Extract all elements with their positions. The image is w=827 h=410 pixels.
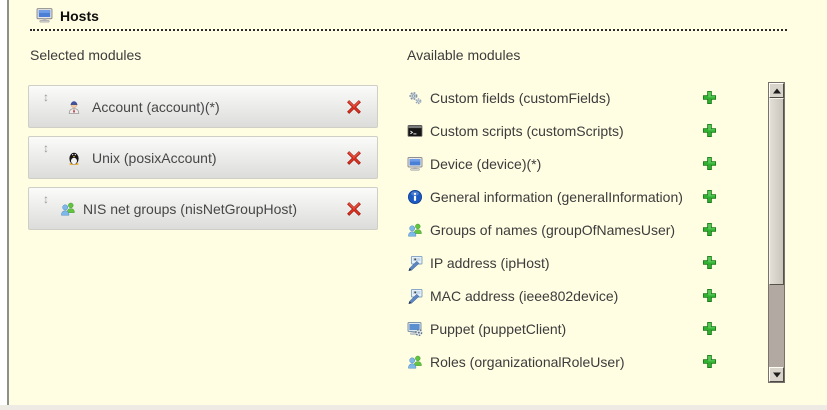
green-plus-icon — [702, 354, 717, 369]
available-module-label: Custom fields (customFields) — [430, 90, 701, 106]
add-custom-scripts-button[interactable] — [701, 123, 717, 139]
remove-unix-button[interactable] — [346, 150, 362, 166]
monitor-icon — [407, 156, 423, 172]
gears-icon — [407, 90, 423, 106]
selected-modules-list: ↕ Account (account)(*) ↕ Unix (posixAcco… — [28, 85, 378, 238]
selected-row-nis-net-groups[interactable]: ↕ NIS net groups (nisNetGroupHost) — [28, 187, 378, 230]
monitor-gear-icon — [407, 321, 423, 337]
green-plus-icon — [702, 123, 717, 138]
scrollbar-up-button[interactable] — [769, 83, 784, 98]
computer-edit-icon — [407, 288, 423, 304]
remove-nis-net-groups-button[interactable] — [346, 201, 362, 217]
add-custom-fields-button[interactable] — [701, 90, 717, 106]
green-plus-icon — [702, 321, 717, 336]
drag-handle-icon[interactable]: ↕ — [40, 193, 52, 205]
selected-module-label: NIS net groups (nisNetGroupHost) — [83, 201, 297, 217]
available-modules-scrollbar[interactable] — [768, 82, 785, 383]
available-module-label: Custom scripts (customScripts) — [430, 123, 701, 139]
green-plus-icon — [702, 156, 717, 171]
green-plus-icon — [702, 288, 717, 303]
add-device-button[interactable] — [701, 156, 717, 172]
tux-penguin-icon — [66, 150, 82, 166]
available-row-ip-address: IP address (ipHost) — [407, 246, 717, 279]
add-puppet-button[interactable] — [701, 321, 717, 337]
info-icon — [407, 189, 423, 205]
available-modules-list: Custom fields (customFields) Custom scri… — [407, 81, 717, 378]
available-modules-label: Available modules — [407, 47, 520, 63]
available-module-label: Puppet (puppetClient) — [430, 321, 701, 337]
add-ip-address-button[interactable] — [701, 255, 717, 271]
computer-edit-icon — [407, 255, 423, 271]
window-bottom-edge — [0, 405, 827, 410]
drag-handle-icon[interactable]: ↕ — [40, 91, 52, 103]
drag-handle-icon[interactable]: ↕ — [40, 142, 52, 154]
green-plus-icon — [702, 222, 717, 237]
available-module-label: IP address (ipHost) — [430, 255, 701, 271]
arrow-up-icon — [773, 88, 781, 93]
add-roles-button[interactable] — [701, 354, 717, 370]
green-plus-icon — [702, 90, 717, 105]
selected-modules-label: Selected modules — [30, 47, 141, 63]
available-row-general-information: General information (generalInformation) — [407, 180, 717, 213]
available-module-label: MAC address (ieee802device) — [430, 288, 701, 304]
available-row-custom-scripts: Custom scripts (customScripts) — [407, 114, 717, 147]
selected-row-account[interactable]: ↕ Account (account)(*) — [28, 85, 378, 128]
add-mac-address-button[interactable] — [701, 288, 717, 304]
window-left-border — [7, 0, 9, 410]
available-row-roles: Roles (organizationalRoleUser) — [407, 345, 717, 378]
red-x-icon — [346, 150, 362, 166]
available-module-label: Groups of names (groupOfNamesUser) — [430, 222, 701, 238]
add-groups-of-names-button[interactable] — [701, 222, 717, 238]
user-group-icon — [407, 222, 423, 238]
arrow-down-icon — [773, 372, 781, 377]
available-row-mac-address: MAC address (ieee802device) — [407, 279, 717, 312]
selected-row-unix[interactable]: ↕ Unix (posixAccount) — [28, 136, 378, 179]
available-row-custom-fields: Custom fields (customFields) — [407, 81, 717, 114]
page-title: Hosts — [60, 8, 99, 24]
user-group-icon — [60, 201, 76, 217]
scrollbar-thumb[interactable] — [769, 98, 784, 285]
available-module-label: Roles (organizationalRoleUser) — [430, 354, 701, 370]
green-plus-icon — [702, 189, 717, 204]
remove-account-button[interactable] — [346, 99, 362, 115]
scrollbar-down-button[interactable] — [769, 367, 784, 382]
selected-module-label: Account (account)(*) — [92, 99, 220, 115]
red-x-icon — [346, 201, 362, 217]
terminal-icon — [407, 123, 423, 139]
green-plus-icon — [702, 255, 717, 270]
user-group-icon — [407, 354, 423, 370]
hosts-section-header: Hosts — [30, 7, 787, 31]
available-row-groups-of-names: Groups of names (groupOfNamesUser) — [407, 213, 717, 246]
selected-module-label: Unix (posixAccount) — [92, 150, 217, 166]
window-left-frame — [0, 0, 7, 410]
red-x-icon — [346, 99, 362, 115]
account-person-icon — [66, 99, 82, 115]
available-row-device: Device (device)(*) — [407, 147, 717, 180]
available-module-label: Device (device)(*) — [430, 156, 701, 172]
add-general-information-button[interactable] — [701, 189, 717, 205]
available-row-puppet: Puppet (puppetClient) — [407, 312, 717, 345]
host-monitor-icon — [36, 7, 53, 24]
available-module-label: General information (generalInformation) — [430, 189, 701, 205]
